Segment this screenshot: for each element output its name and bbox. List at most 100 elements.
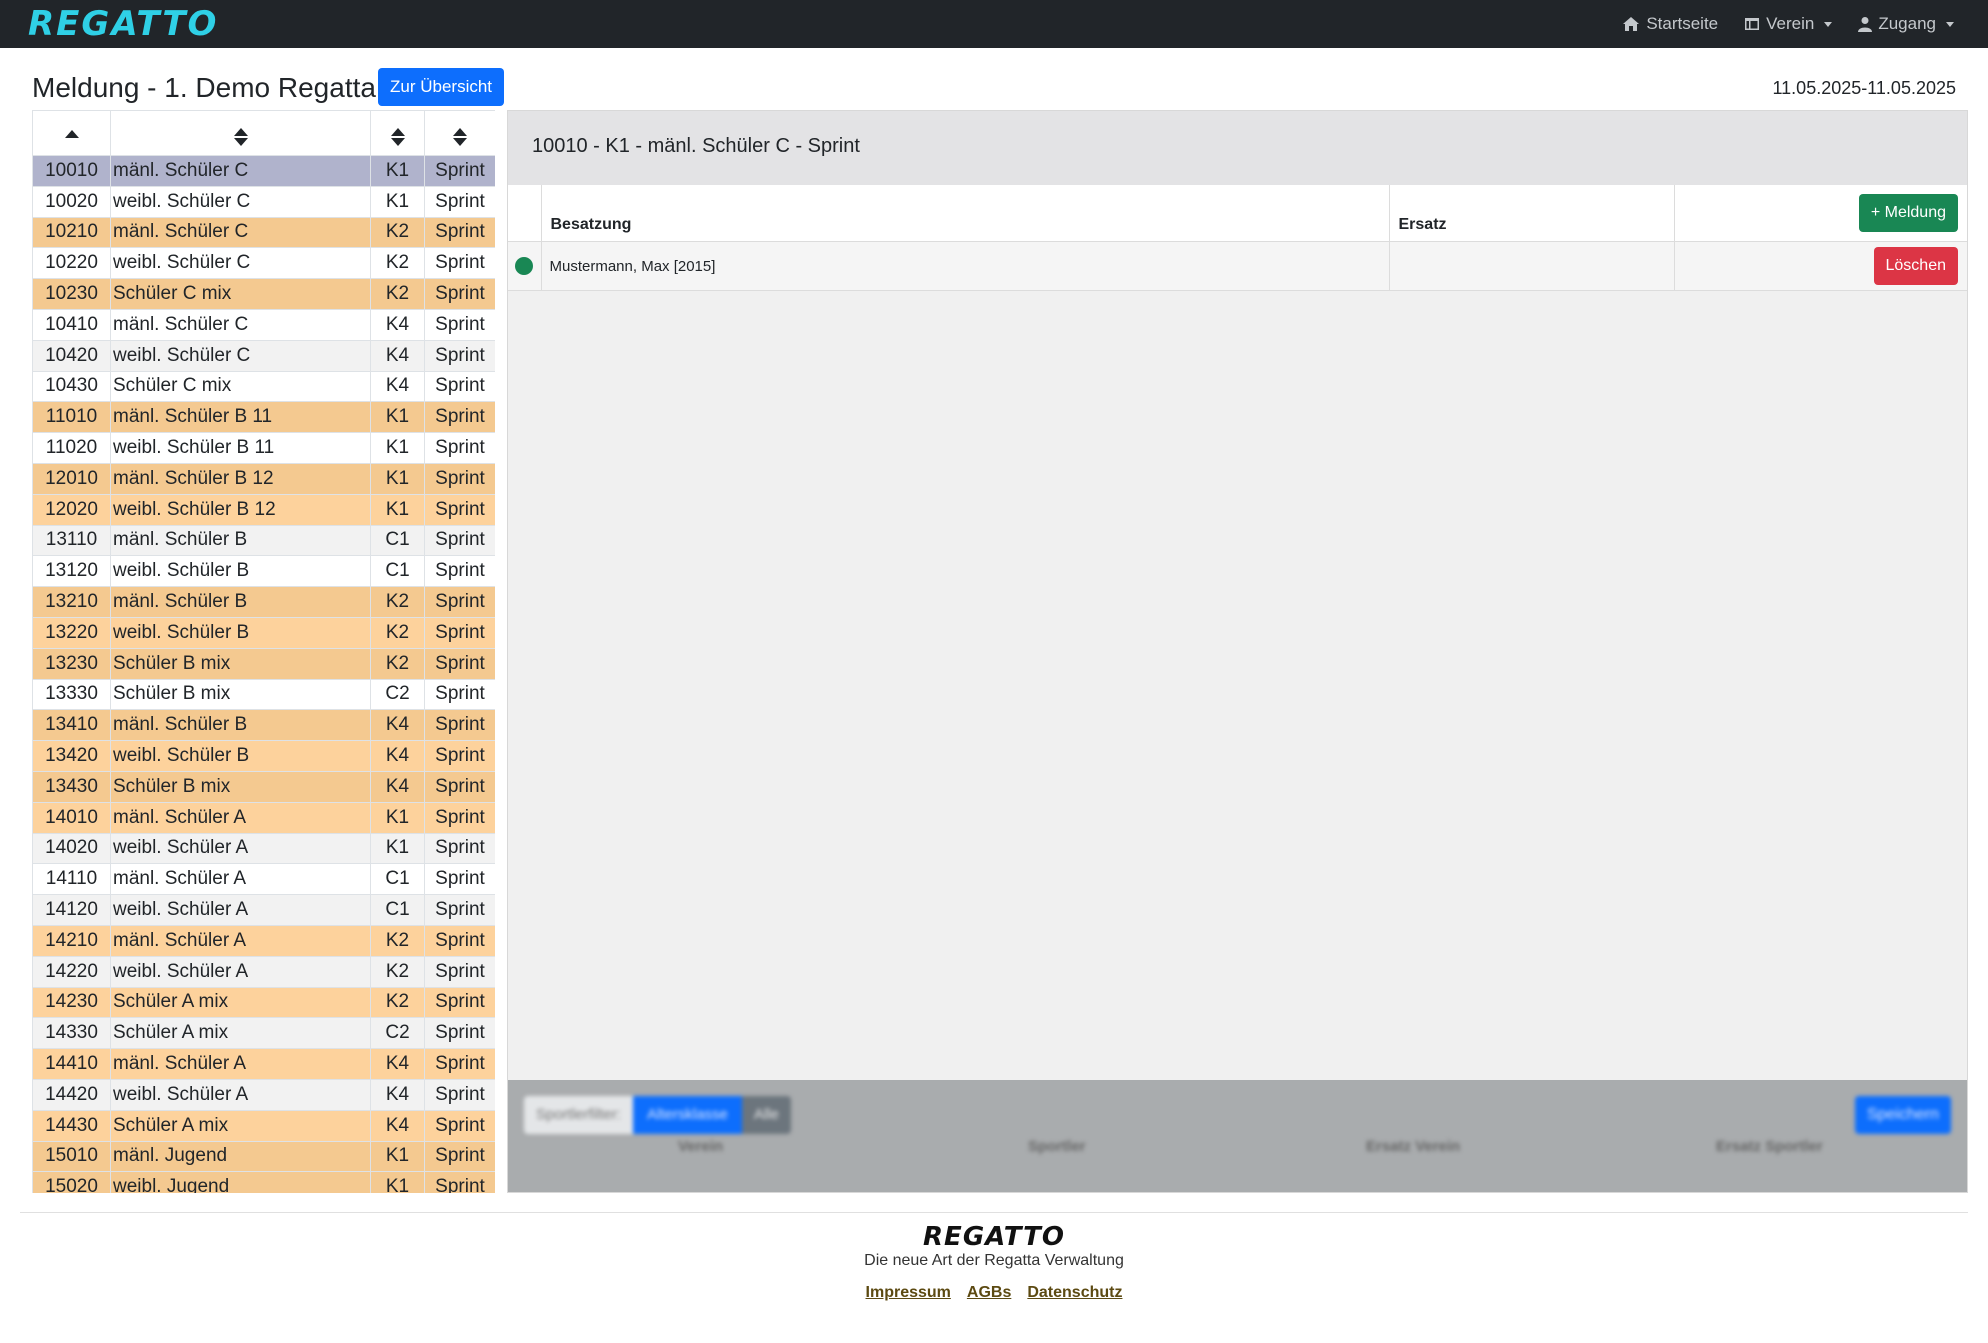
- race-boat-class: K4: [370, 308, 425, 341]
- race-row[interactable]: 10430 Schüler C mix K4 Sprint: [32, 370, 495, 403]
- race-row[interactable]: 14120 weibl. Schüler A C1 Sprint: [32, 894, 495, 926]
- race-row[interactable]: 11020 weibl. Schüler B 11 K1 Sprint: [32, 432, 495, 464]
- race-row[interactable]: 13210 mänl. Schüler B K2 Sprint: [32, 586, 495, 618]
- race-row[interactable]: 13410 mänl. Schüler B K4 Sprint: [32, 709, 495, 742]
- brand-logo[interactable]: REGATTO: [28, 4, 218, 44]
- sort-icon: [390, 128, 405, 146]
- sort-boat-header[interactable]: [370, 110, 425, 156]
- race-name: Schüler B mix: [110, 678, 371, 711]
- race-distance: Sprint: [424, 616, 495, 649]
- race-row[interactable]: 10010 mänl. Schüler C K1 Sprint: [32, 155, 495, 187]
- race-number: 14430: [32, 1109, 111, 1142]
- race-name: weibl. Schüler B: [110, 740, 371, 772]
- race-row[interactable]: 13330 Schüler B mix C2 Sprint: [32, 678, 495, 711]
- overview-button[interactable]: Zur Übersicht: [378, 68, 505, 106]
- race-row[interactable]: 14210 mänl. Schüler A K2 Sprint: [32, 924, 495, 957]
- race-distance: Sprint: [424, 586, 495, 618]
- race-name: mänl. Schüler A: [110, 924, 371, 957]
- race-number: 13420: [32, 740, 111, 772]
- race-row[interactable]: 14020 weibl. Schüler A K1 Sprint: [32, 832, 495, 865]
- race-distance: Sprint: [424, 155, 495, 187]
- race-row[interactable]: 14010 mänl. Schüler A K1 Sprint: [32, 801, 495, 834]
- race-row[interactable]: 15020 weibl. Jugend K1 Sprint: [32, 1171, 495, 1193]
- nav-startseite[interactable]: Startseite: [1622, 14, 1718, 34]
- race-row[interactable]: 12010 mänl. Schüler B 12 K1 Sprint: [32, 462, 495, 495]
- race-row[interactable]: 15010 mänl. Jugend K1 Sprint: [32, 1140, 495, 1173]
- race-row[interactable]: 13230 Schüler B mix K2 Sprint: [32, 647, 495, 680]
- race-row[interactable]: 10420 weibl. Schüler C K4 Sprint: [32, 339, 495, 372]
- race-number: 11020: [32, 432, 111, 464]
- race-distance: Sprint: [424, 955, 495, 988]
- race-distance: Sprint: [424, 740, 495, 772]
- race-row[interactable]: 14410 mänl. Schüler A K4 Sprint: [32, 1048, 495, 1080]
- race-number: 12010: [32, 462, 111, 495]
- status-dot-icon: [515, 257, 534, 275]
- sort-icon: [453, 128, 467, 146]
- race-distance: Sprint: [424, 1140, 495, 1173]
- sort-name-header[interactable]: [110, 110, 371, 156]
- race-distance: Sprint: [424, 555, 495, 588]
- race-row[interactable]: 14330 Schüler A mix C2 Sprint: [32, 1017, 495, 1050]
- race-boat-class: K1: [370, 832, 425, 865]
- race-boat-class: K4: [370, 770, 425, 803]
- race-boat-class: K2: [370, 986, 425, 1019]
- race-number: 10420: [32, 339, 111, 372]
- race-number: 13210: [32, 586, 111, 618]
- nav-zugang-dropdown[interactable]: Zugang: [1858, 14, 1954, 34]
- crew-athlete: Mustermann, Max [2015]: [549, 257, 716, 275]
- race-distance: Sprint: [424, 801, 495, 834]
- race-row[interactable]: 13430 Schüler B mix K4 Sprint: [32, 770, 495, 803]
- race-boat-class: C1: [370, 524, 425, 557]
- add-entry-button[interactable]: + Meldung: [1858, 194, 1958, 232]
- race-number: 10210: [32, 216, 111, 249]
- race-name: mänl. Schüler C: [110, 308, 371, 341]
- crew-entry-row: Mustermann, Max [2015] Löschen: [508, 241, 1967, 291]
- race-row[interactable]: 14220 weibl. Schüler A K2 Sprint: [32, 955, 495, 988]
- race-name: Schüler A mix: [110, 1017, 371, 1050]
- datenschutz-link[interactable]: Datenschutz: [1027, 1284, 1122, 1302]
- race-boat-class: K1: [370, 432, 425, 464]
- race-row[interactable]: 10210 mänl. Schüler C K2 Sprint: [32, 216, 495, 249]
- race-row[interactable]: 14230 Schüler A mix K2 Sprint: [32, 986, 495, 1019]
- race-name: mänl. Schüler B: [110, 586, 371, 618]
- impressum-link[interactable]: Impressum: [866, 1284, 951, 1302]
- race-row[interactable]: 10020 weibl. Schüler C K1 Sprint: [32, 185, 495, 218]
- race-number: 10410: [32, 308, 111, 341]
- race-number: 10010: [32, 155, 111, 187]
- race-number: 13410: [32, 709, 111, 742]
- race-distance: Sprint: [424, 924, 495, 957]
- race-row[interactable]: 14110 mänl. Schüler A C1 Sprint: [32, 863, 495, 896]
- races-table-body: 10010 mänl. Schüler C K1 Sprint 10020 weibl. …: [32, 155, 495, 1193]
- race-row[interactable]: 12020 weibl. Schüler B 12 K1 Sprint: [32, 493, 495, 526]
- race-boat-class: C1: [370, 555, 425, 588]
- save-button[interactable]: Speichern: [1854, 1096, 1951, 1134]
- filter-age-class-button[interactable]: Altersklasse: [633, 1096, 742, 1134]
- race-number: 13110: [32, 524, 111, 557]
- delete-entry-button[interactable]: Löschen: [1873, 247, 1958, 285]
- sort-distance-header[interactable]: [424, 110, 495, 156]
- race-boat-class: C2: [370, 678, 425, 711]
- race-row[interactable]: 14430 Schüler A mix K4 Sprint: [32, 1109, 495, 1142]
- race-boat-class: K4: [370, 1078, 425, 1111]
- races-table-container[interactable]: 10010 mänl. Schüler C K1 Sprint 10020 weibl. …: [32, 110, 495, 1193]
- race-row[interactable]: 13420 weibl. Schüler B K4 Sprint: [32, 740, 495, 772]
- race-row[interactable]: 13110 mänl. Schüler B C1 Sprint: [32, 524, 495, 557]
- race-boat-class: K1: [370, 1171, 425, 1193]
- filter-all-button[interactable]: Alle: [741, 1096, 791, 1134]
- race-row[interactable]: 13120 weibl. Schüler B C1 Sprint: [32, 555, 495, 588]
- race-row[interactable]: 10230 Schüler C mix K2 Sprint: [32, 278, 495, 310]
- race-row[interactable]: 10220 weibl. Schüler C K2 Sprint: [32, 247, 495, 280]
- race-row[interactable]: 13220 weibl. Schüler B K2 Sprint: [32, 616, 495, 649]
- race-row[interactable]: 14420 weibl. Schüler A K4 Sprint: [32, 1078, 495, 1111]
- sort-number-header[interactable]: [32, 110, 111, 156]
- nav-zugang-label: Zugang: [1878, 14, 1936, 33]
- race-number: 14020: [32, 832, 111, 865]
- race-boat-class: C1: [370, 863, 425, 896]
- race-row[interactable]: 10410 mänl. Schüler C K4 Sprint: [32, 308, 495, 341]
- races-table-header: [32, 110, 495, 156]
- nav-verein-dropdown[interactable]: Verein: [1744, 14, 1833, 34]
- column-sportler: Sportler: [1028, 1138, 1086, 1155]
- race-number: 13330: [32, 678, 111, 711]
- race-row[interactable]: 11010 mänl. Schüler B 11 K1 Sprint: [32, 401, 495, 434]
- agb-link[interactable]: AGBs: [967, 1284, 1011, 1302]
